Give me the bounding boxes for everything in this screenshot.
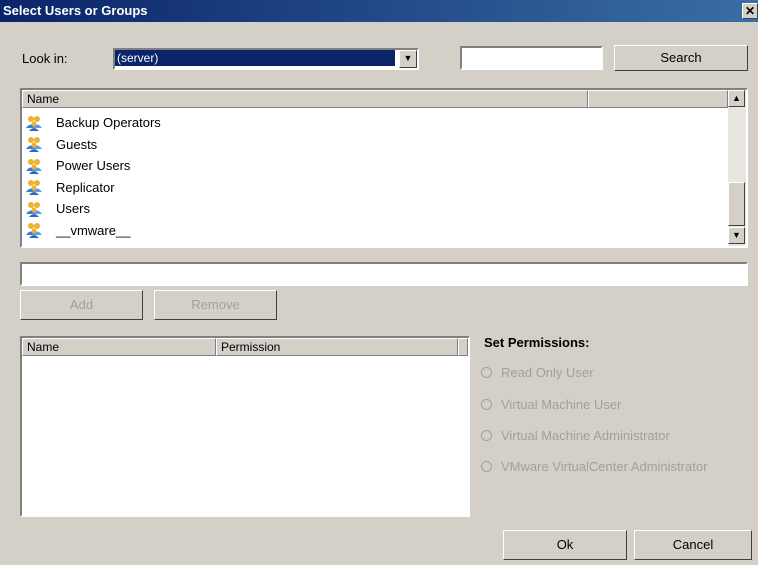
column-header-blank[interactable] — [458, 338, 468, 356]
look-in-label: Look in: — [22, 51, 68, 66]
list-item[interactable]: __vmware__ — [26, 220, 130, 241]
radio-icon — [481, 461, 492, 472]
cancel-button[interactable]: Cancel — [634, 530, 752, 560]
list-item[interactable]: Guests — [26, 134, 97, 155]
radio-virtual-machine-administrator[interactable]: Virtual Machine Administrator — [481, 428, 670, 443]
search-input[interactable] — [460, 46, 603, 70]
chevron-down-icon[interactable]: ▼ — [399, 50, 417, 68]
scrollbar[interactable]: ▲ ▼ — [728, 90, 746, 246]
list-item-label: __vmware__ — [56, 222, 131, 238]
column-header-permission[interactable]: Permission — [216, 338, 458, 356]
list-item-label: Users — [56, 201, 90, 216]
scroll-thumb[interactable] — [728, 182, 745, 226]
user-group-icon — [26, 179, 49, 195]
user-group-icon — [26, 136, 49, 152]
scroll-down-icon[interactable]: ▼ — [728, 227, 745, 244]
window-title: Select Users or Groups — [3, 3, 148, 18]
radio-virtualcenter-administrator[interactable]: VMware VirtualCenter Administrator — [481, 459, 707, 474]
list-item[interactable]: Backup Operators — [26, 112, 161, 133]
look-in-dropdown[interactable]: (server) ▼ — [113, 48, 419, 70]
list-item[interactable]: Replicator — [26, 177, 115, 198]
search-button[interactable]: Search — [614, 45, 748, 71]
user-group-icon — [26, 158, 49, 174]
radio-icon — [481, 399, 492, 410]
list-item[interactable]: Power Users — [26, 155, 130, 176]
radio-icon — [481, 367, 492, 378]
column-header-name[interactable]: Name — [22, 338, 216, 356]
look-in-value: (server) — [115, 50, 395, 66]
list-item-label: Guests — [56, 136, 98, 152]
selected-name-field[interactable] — [20, 262, 748, 286]
add-button[interactable]: Add — [20, 290, 143, 320]
permissions-list[interactable]: Name Permission — [20, 336, 470, 517]
user-group-icon — [26, 201, 49, 217]
list-item-label: Replicator — [56, 179, 115, 195]
column-header-name[interactable]: Name — [22, 90, 588, 108]
close-button[interactable]: ✕ — [742, 3, 758, 19]
radio-virtual-machine-user[interactable]: Virtual Machine User — [481, 397, 621, 412]
list-item-label: Backup Operators — [56, 115, 161, 130]
user-group-icon — [26, 222, 49, 238]
column-header-blank[interactable] — [588, 90, 728, 108]
remove-button[interactable]: Remove — [154, 290, 277, 320]
groups-list[interactable]: Name Backup Operators Guests Power Users Re… — [20, 88, 748, 248]
list-item[interactable]: Users — [26, 198, 90, 219]
set-permissions-title: Set Permissions: — [484, 335, 590, 350]
radio-icon — [481, 430, 492, 441]
list-item-label: Power Users — [56, 158, 131, 173]
user-group-icon — [26, 115, 49, 131]
scroll-up-icon[interactable]: ▲ — [728, 90, 745, 107]
title-bar: Select Users or Groups ✕ — [0, 0, 758, 22]
ok-button[interactable]: Ok — [503, 530, 627, 560]
radio-read-only-user[interactable]: Read Only User — [481, 365, 593, 380]
